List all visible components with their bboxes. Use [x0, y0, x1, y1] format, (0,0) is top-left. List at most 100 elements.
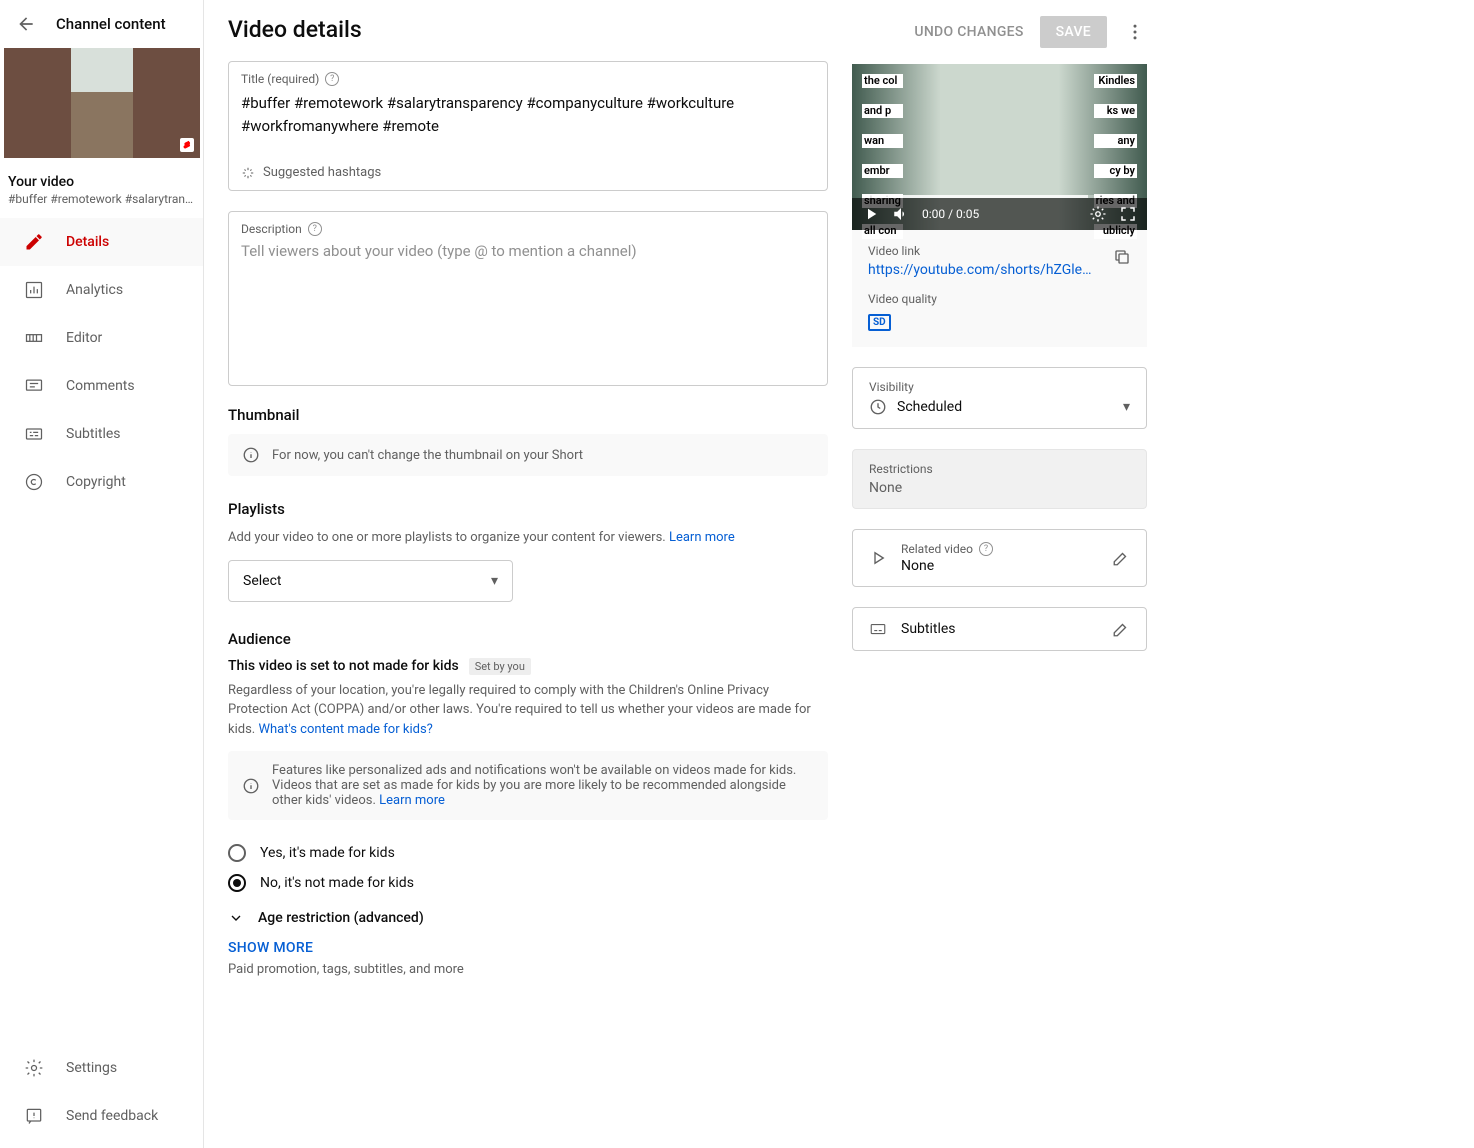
save-button[interactable]: SAVE [1040, 16, 1107, 48]
sidebar-title: Channel content [56, 15, 166, 33]
help-icon[interactable]: ? [979, 542, 993, 556]
chevron-down-icon [228, 910, 244, 926]
quality-badge: SD [868, 314, 891, 331]
caret-down-icon: ▾ [1123, 399, 1130, 415]
play-outline-icon [869, 549, 887, 567]
radio-made-for-kids-no[interactable]: No, it's not made for kids [228, 874, 828, 892]
caret-down-icon: ▾ [491, 573, 498, 589]
restrictions-card: Restrictions None [852, 449, 1147, 509]
age-restriction-expand[interactable]: Age restriction (advanced) [228, 910, 828, 926]
gear-icon [24, 1058, 44, 1078]
audience-status: This video is set to not made for kids [228, 658, 459, 674]
playlists-section-title: Playlists [228, 500, 828, 518]
pencil-icon [24, 232, 44, 252]
description-placeholder: Tell viewers about your video (type @ to… [241, 242, 815, 260]
your-video-label: Your video [8, 174, 195, 190]
audience-coppa-link[interactable]: What's content made for kids? [258, 722, 432, 737]
related-video-value: None [901, 558, 993, 574]
sidebar-item-feedback[interactable]: Send feedback [0, 1092, 203, 1140]
video-thumbnail[interactable] [4, 48, 200, 158]
audience-info-banner: Features like personalized ads and notif… [228, 751, 828, 820]
restrictions-label: Restrictions [869, 462, 1130, 476]
subtitles-icon [869, 620, 887, 638]
subtitles-label: Subtitles [901, 621, 956, 637]
feedback-icon [24, 1106, 44, 1126]
your-video-subtitle: #buffer #remotework #salarytransp… [8, 192, 195, 206]
playlists-description: Add your video to one or more playlists … [228, 528, 828, 548]
audience-section-title: Audience [228, 630, 828, 648]
sidebar-item-label: Details [66, 234, 109, 250]
video-preview[interactable]: the col and p wan embr sharing all con K… [852, 64, 1147, 230]
show-more-subtitle: Paid promotion, tags, subtitles, and mor… [228, 962, 828, 977]
editor-icon [24, 328, 44, 348]
audience-learn-more-link[interactable]: Learn more [379, 793, 445, 808]
playlists-select-value: Select [243, 573, 281, 589]
sidebar-item-label: Analytics [66, 282, 123, 298]
comments-icon [24, 376, 44, 396]
settings-icon[interactable] [1089, 205, 1107, 223]
description-field-label: Description [241, 222, 302, 236]
sidebar-item-analytics[interactable]: Analytics [0, 266, 203, 314]
undo-changes-button[interactable]: UNDO CHANGES [914, 24, 1023, 40]
sidebar-item-label: Editor [66, 330, 102, 346]
sidebar: Channel content Your video #buffer #remo… [0, 0, 204, 1148]
radio-label: Yes, it's made for kids [260, 845, 395, 861]
edit-icon[interactable] [1112, 549, 1130, 567]
more-menu-button[interactable] [1123, 20, 1147, 44]
radio-icon [228, 874, 246, 892]
title-field-label: Title (required) [241, 72, 319, 86]
help-icon[interactable]: ? [325, 72, 339, 86]
sidebar-item-label: Settings [66, 1060, 117, 1076]
back-button[interactable] [16, 14, 36, 34]
sidebar-item-comments[interactable]: Comments [0, 362, 203, 410]
sidebar-item-subtitles[interactable]: Subtitles [0, 410, 203, 458]
volume-icon[interactable] [892, 205, 910, 223]
related-video-label: Related video [901, 542, 973, 556]
play-icon[interactable] [862, 205, 880, 223]
sidebar-item-label: Comments [66, 378, 135, 394]
subtitles-icon [24, 424, 44, 444]
video-link[interactable]: https://youtube.com/shorts/hZGlec_d2… [868, 262, 1098, 278]
visibility-value: Scheduled [897, 399, 962, 415]
audience-description: Regardless of your location, you're lega… [228, 681, 828, 740]
page-title: Video details [228, 16, 362, 43]
thumbnail-info-banner: For now, you can't change the thumbnail … [228, 434, 828, 476]
thumbnail-section-title: Thumbnail [228, 406, 828, 424]
restrictions-value: None [869, 480, 1130, 496]
sidebar-item-editor[interactable]: Editor [0, 314, 203, 362]
visibility-label: Visibility [869, 380, 1130, 394]
radio-made-for-kids-yes[interactable]: Yes, it's made for kids [228, 844, 828, 862]
sidebar-item-settings[interactable]: Settings [0, 1044, 203, 1092]
subtitles-card[interactable]: Subtitles [852, 607, 1147, 651]
copy-icon[interactable] [1113, 248, 1131, 266]
help-icon[interactable]: ? [308, 222, 322, 236]
video-time: 0:00 / 0:05 [922, 207, 979, 221]
related-video-card[interactable]: Related video ? None [852, 529, 1147, 587]
title-field[interactable]: Title (required) ? #buffer #remotework #… [228, 61, 828, 191]
show-more-button[interactable]: SHOW MORE [228, 940, 828, 956]
sidebar-item-label: Subtitles [66, 426, 121, 442]
sidebar-item-details[interactable]: Details [0, 218, 203, 266]
sidebar-item-label: Send feedback [66, 1108, 158, 1124]
copyright-icon [24, 472, 44, 492]
title-input-value[interactable]: #buffer #remotework #salarytransparency … [241, 92, 815, 137]
video-link-label: Video link [868, 244, 1113, 258]
suggested-hashtags-button[interactable]: Suggested hashtags [241, 165, 815, 180]
radio-label: No, it's not made for kids [260, 875, 414, 891]
video-quality-label: Video quality [868, 292, 1131, 306]
sidebar-item-label: Copyright [66, 474, 126, 490]
playlists-learn-more-link[interactable]: Learn more [669, 530, 735, 545]
clock-icon [869, 398, 887, 416]
shorts-badge-icon [180, 138, 194, 152]
info-icon [242, 777, 260, 795]
radio-icon [228, 844, 246, 862]
edit-icon[interactable] [1112, 620, 1130, 638]
audience-set-by-badge: Set by you [469, 658, 531, 675]
sidebar-item-copyright[interactable]: Copyright [0, 458, 203, 506]
analytics-icon [24, 280, 44, 300]
description-field[interactable]: Description ? Tell viewers about your vi… [228, 211, 828, 386]
visibility-card[interactable]: Visibility Scheduled ▾ [852, 367, 1147, 429]
playlists-select[interactable]: Select ▾ [228, 560, 513, 602]
fullscreen-icon[interactable] [1119, 205, 1137, 223]
info-icon [242, 446, 260, 464]
